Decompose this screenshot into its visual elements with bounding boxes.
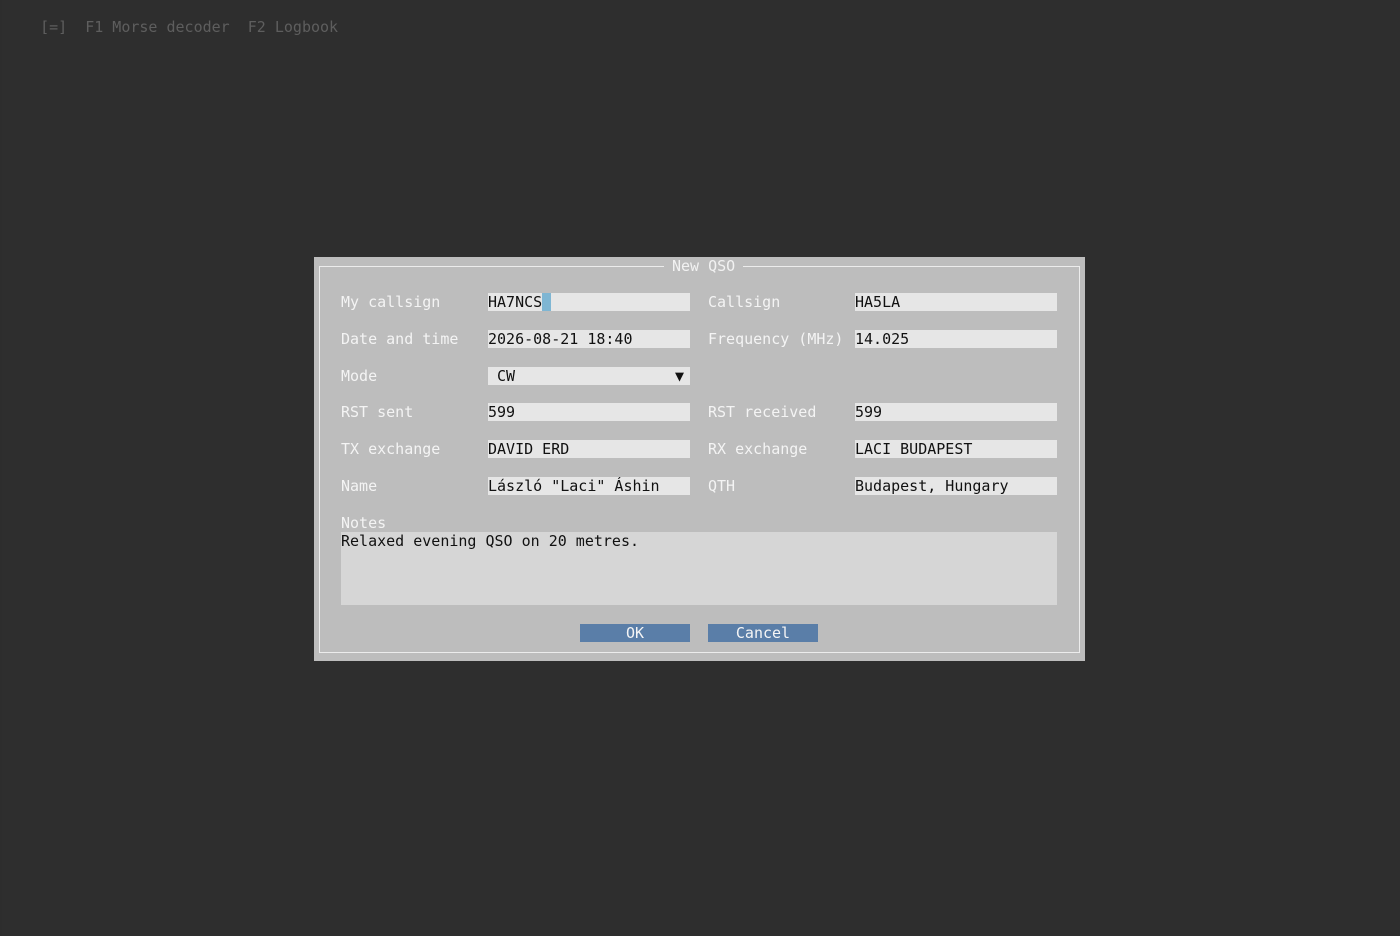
frequency-field[interactable]: 14.025: [855, 330, 1057, 348]
mode-select[interactable]: CW ▼: [488, 367, 690, 385]
menu-item-morse-decoder[interactable]: F1 Morse decoder: [85, 18, 230, 36]
tx-exchange-label: TX exchange: [341, 440, 441, 458]
tx-exchange-field[interactable]: DAVID ERD: [488, 440, 690, 458]
rx-exchange-field[interactable]: LACI BUDAPEST: [855, 440, 1057, 458]
my-callsign-value: HA7NCS: [488, 293, 543, 311]
date-time-field[interactable]: 2026-08-21 18:40: [488, 330, 690, 348]
date-time-label: Date and time: [341, 330, 459, 348]
mode-label: Mode: [341, 367, 378, 385]
notes-label: Notes: [341, 514, 387, 532]
mode-value: CW: [497, 367, 516, 385]
my-callsign-label: My callsign: [341, 293, 441, 311]
text-cursor: [542, 293, 552, 311]
menu-bar: [=] F1 Morse decoder F2 Logbook: [22, 0, 338, 36]
notes-textarea[interactable]: Relaxed evening QSO on 20 metres.: [341, 532, 1057, 605]
my-callsign-field[interactable]: HA7NCS: [488, 293, 690, 311]
rst-received-label: RST received: [708, 403, 817, 421]
name-field[interactable]: László "Laci" Áshin: [488, 477, 690, 495]
rst-sent-field[interactable]: 599: [488, 403, 690, 421]
qth-label: QTH: [708, 477, 736, 495]
dialog-title: New QSO: [664, 257, 744, 275]
menu-item-logbook[interactable]: F2 Logbook: [248, 18, 338, 36]
frequency-label: Frequency (MHz): [708, 330, 844, 348]
callsign-label: Callsign: [708, 293, 781, 311]
chevron-down-icon: ▼: [674, 367, 684, 385]
ok-button[interactable]: OK: [580, 624, 690, 642]
qth-field[interactable]: Budapest, Hungary: [855, 477, 1057, 495]
cancel-button[interactable]: Cancel: [708, 624, 818, 642]
callsign-field[interactable]: HA5LA: [855, 293, 1057, 311]
rst-received-field[interactable]: 599: [855, 403, 1057, 421]
name-label: Name: [341, 477, 378, 495]
rx-exchange-label: RX exchange: [708, 440, 808, 458]
rst-sent-label: RST sent: [341, 403, 414, 421]
menu-button[interactable]: [=]: [40, 18, 67, 36]
